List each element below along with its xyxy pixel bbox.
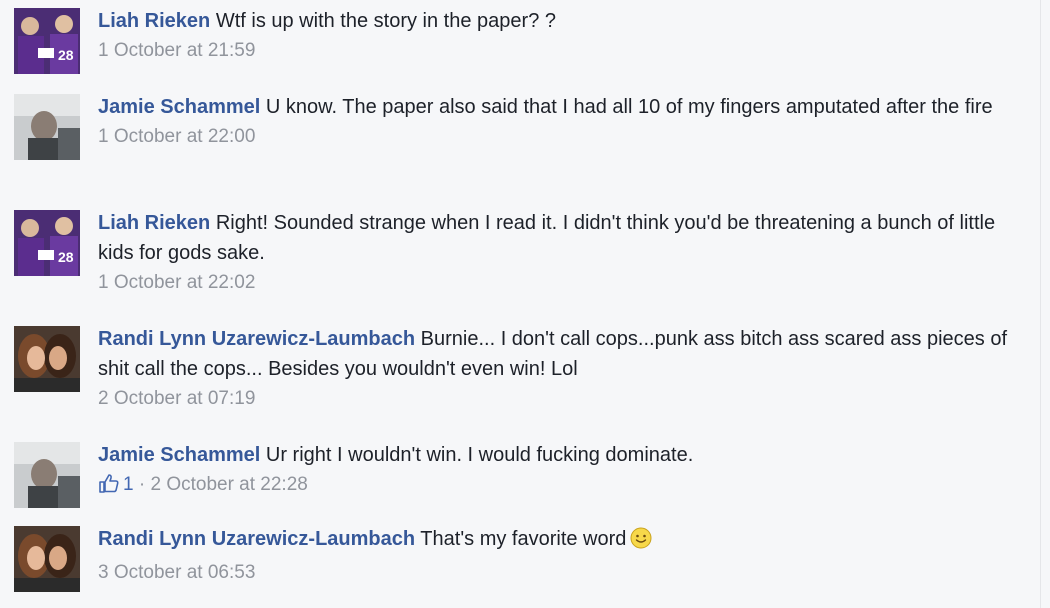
comment-text: U know. The paper also said that I had a… xyxy=(265,96,993,118)
avatar[interactable] xyxy=(14,326,80,392)
smiley-emoji-icon xyxy=(630,527,652,558)
svg-text:28: 28 xyxy=(58,47,74,63)
comment-author[interactable]: Liah Rieken xyxy=(98,10,210,32)
comment-text: That's my favorite word xyxy=(420,528,627,550)
comment-thread: 28 Liah Rieken Wtf is up with the story … xyxy=(0,0,1041,608)
comment-timestamp[interactable]: 1 October at 21:59 xyxy=(98,40,255,61)
avatar[interactable]: 28 xyxy=(14,210,80,276)
comment-timestamp[interactable]: 1 October at 22:02 xyxy=(98,272,255,293)
comment-timestamp[interactable]: 2 October at 07:19 xyxy=(98,388,255,409)
comment-timestamp[interactable]: 3 October at 06:53 xyxy=(98,562,255,583)
comment-timestamp[interactable]: 1 October at 22:00 xyxy=(98,126,255,147)
avatar[interactable] xyxy=(14,94,80,160)
avatar[interactable] xyxy=(14,526,80,592)
like-count[interactable]: 1 xyxy=(123,474,134,495)
avatar[interactable] xyxy=(14,442,80,508)
comment-text: Ur right I wouldn't win. I would fucking… xyxy=(265,444,694,466)
comment-text: Right! Sounded strange when I read it. I… xyxy=(98,212,996,264)
like-thumb-icon[interactable] xyxy=(98,473,120,503)
svg-text:28: 28 xyxy=(58,249,74,265)
avatar[interactable]: 28 xyxy=(14,8,80,74)
comment-author[interactable]: Randi Lynn Uzarewicz-Laumbach xyxy=(98,328,415,350)
comment-author[interactable]: Liah Rieken xyxy=(98,212,210,234)
comment-author[interactable]: Jamie Schammel xyxy=(98,444,260,466)
comment-author[interactable]: Randi Lynn Uzarewicz-Laumbach xyxy=(98,528,415,550)
comment-author[interactable]: Jamie Schammel xyxy=(98,96,260,118)
comment-timestamp[interactable]: 2 October at 22:28 xyxy=(150,474,307,495)
comment-text: Wtf is up with the story in the paper? ? xyxy=(215,10,556,32)
meta-separator: · xyxy=(133,474,151,495)
